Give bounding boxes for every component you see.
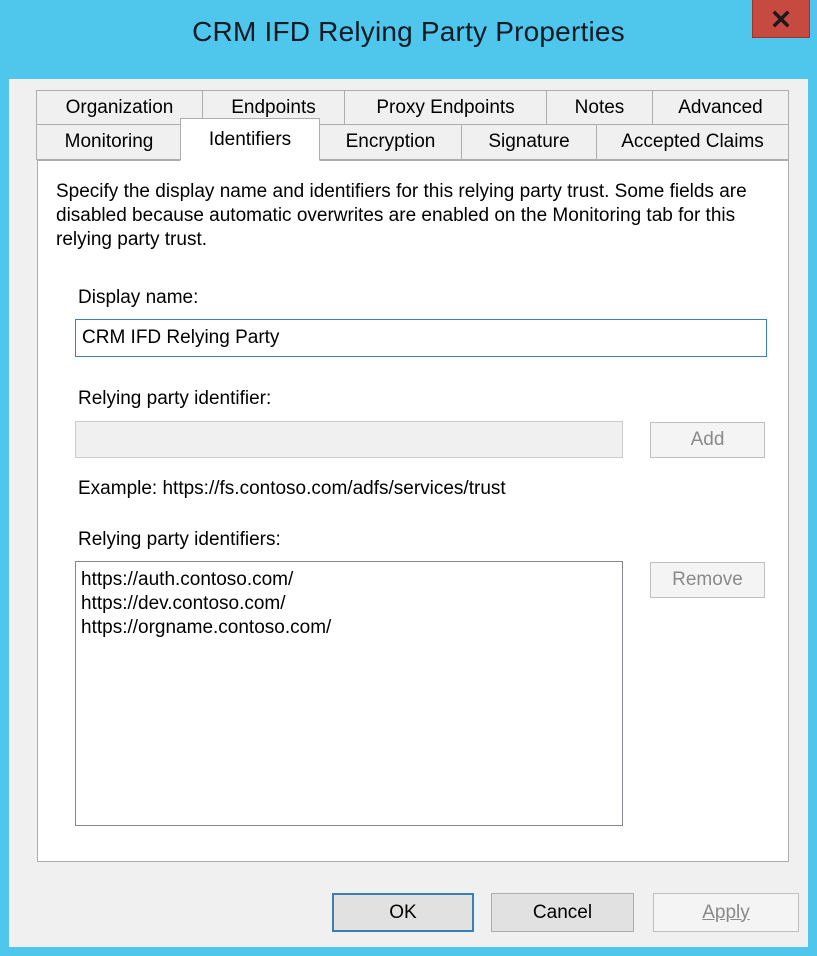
properties-dialog: CRM IFD Relying Party Properties Organiz… xyxy=(0,0,817,956)
close-button[interactable] xyxy=(752,0,810,38)
list-item[interactable]: https://auth.contoso.com/ xyxy=(81,568,622,592)
tab-encryption[interactable]: Encryption xyxy=(319,124,462,160)
tab-identifiers[interactable]: Identifiers xyxy=(180,118,320,161)
tab-description: Specify the display name and identifiers… xyxy=(56,181,747,250)
relying-party-identifiers-list[interactable]: https://auth.contoso.com/ https://dev.co… xyxy=(75,561,623,826)
tab-signature[interactable]: Signature xyxy=(461,124,597,160)
display-name-label: Display name: xyxy=(78,287,199,308)
add-button[interactable]: Add xyxy=(650,422,765,458)
tab-notes[interactable]: Notes xyxy=(546,90,653,125)
tab-monitoring[interactable]: Monitoring xyxy=(36,124,182,160)
list-item[interactable]: https://orgname.contoso.com/ xyxy=(81,616,622,640)
remove-button[interactable]: Remove xyxy=(650,562,765,598)
relying-party-identifier-label: Relying party identifier: xyxy=(78,388,272,409)
cancel-button[interactable]: Cancel xyxy=(491,893,634,932)
display-name-input[interactable]: CRM IFD Relying Party xyxy=(75,319,767,357)
dialog-client-area: Organization Endpoints Proxy Endpoints N… xyxy=(9,79,808,947)
list-item[interactable]: https://dev.contoso.com/ xyxy=(81,592,622,616)
title-bar[interactable]: CRM IFD Relying Party Properties xyxy=(0,0,817,78)
identifier-example-text: Example: https://fs.contoso.com/adfs/ser… xyxy=(78,478,506,499)
relying-party-identifier-input[interactable] xyxy=(75,421,623,458)
identifiers-tab-panel: Specify the display name and identifiers… xyxy=(37,160,789,862)
window-title: CRM IFD Relying Party Properties xyxy=(192,16,625,47)
ok-button[interactable]: OK xyxy=(332,893,474,932)
tab-organization[interactable]: Organization xyxy=(36,90,203,125)
tab-accepted-claims[interactable]: Accepted Claims xyxy=(596,124,789,160)
apply-button[interactable]: Apply xyxy=(653,893,799,932)
tab-proxy-endpoints[interactable]: Proxy Endpoints xyxy=(344,90,547,125)
tab-advanced[interactable]: Advanced xyxy=(652,90,789,125)
close-icon xyxy=(772,10,790,27)
relying-party-identifiers-label: Relying party identifiers: xyxy=(78,529,281,550)
